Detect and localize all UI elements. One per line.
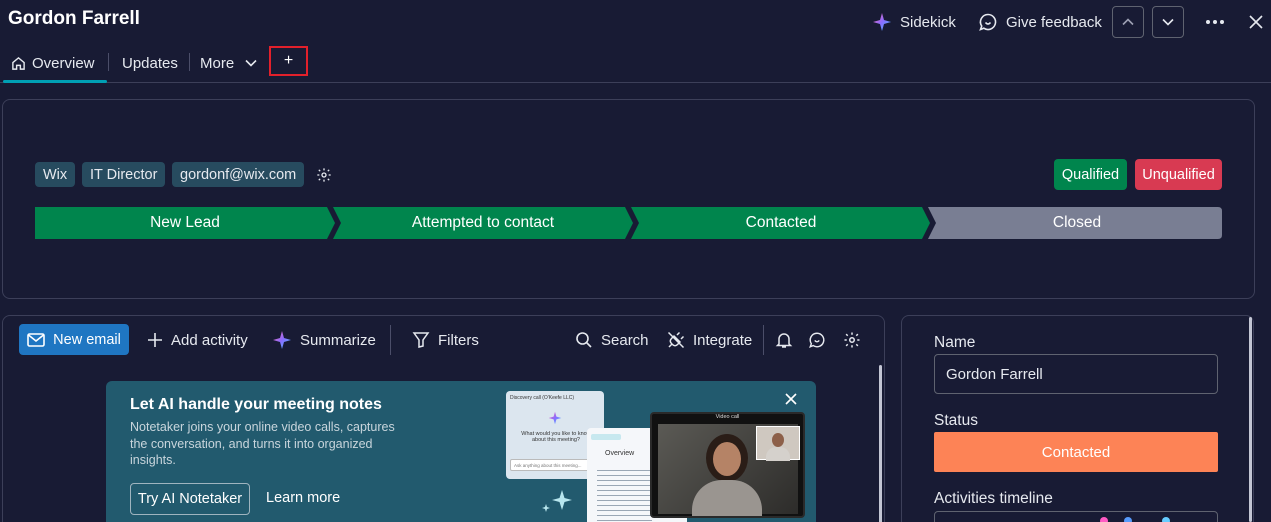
lead-summary-panel bbox=[2, 99, 1255, 299]
name-label: Name bbox=[934, 334, 976, 351]
tab-more-label: More bbox=[200, 54, 235, 72]
sparkle-icon bbox=[873, 13, 891, 31]
details-scrollbar[interactable] bbox=[1249, 317, 1252, 522]
previous-item-button[interactable] bbox=[1112, 6, 1144, 38]
search-icon bbox=[576, 332, 592, 348]
add-activity-button[interactable]: Add activity bbox=[147, 328, 248, 352]
toolbar-divider bbox=[763, 325, 764, 355]
add-view-button[interactable]: + bbox=[269, 46, 308, 76]
activity-scrollbar[interactable] bbox=[879, 365, 882, 522]
participant-face bbox=[713, 442, 741, 476]
qualified-button[interactable]: Qualified bbox=[1054, 159, 1127, 190]
participant-body bbox=[766, 447, 790, 461]
gear-icon bbox=[317, 168, 331, 182]
close-button[interactable] bbox=[1248, 14, 1264, 35]
new-email-button[interactable]: New email bbox=[19, 324, 129, 355]
sparkle-icon bbox=[548, 411, 562, 425]
tab-divider bbox=[189, 53, 190, 71]
activities-timeline[interactable] bbox=[934, 511, 1218, 522]
close-icon bbox=[1249, 15, 1263, 29]
activities-timeline-label: Activities timeline bbox=[934, 490, 1053, 507]
feedback-chat-icon bbox=[979, 13, 997, 31]
mock-doc-tab bbox=[591, 434, 621, 440]
plug-icon bbox=[667, 331, 685, 349]
participant-face bbox=[772, 433, 784, 447]
new-email-label: New email bbox=[53, 331, 121, 348]
filters-button[interactable]: Filters bbox=[412, 328, 479, 352]
company-tag[interactable]: Wix bbox=[35, 162, 76, 187]
tab-overview[interactable]: Overview bbox=[11, 44, 95, 82]
filters-label: Filters bbox=[438, 331, 479, 349]
tab-updates[interactable]: Updates bbox=[122, 44, 178, 82]
mock-doc-text-lines bbox=[597, 466, 652, 522]
filter-icon bbox=[412, 332, 430, 348]
stage-label: New Lead bbox=[150, 214, 220, 231]
integrate-button[interactable]: Integrate bbox=[667, 328, 752, 352]
search-button[interactable]: Search bbox=[575, 328, 649, 352]
toolbar-divider bbox=[390, 325, 391, 355]
plus-icon bbox=[148, 333, 162, 347]
tag-settings-button[interactable] bbox=[316, 167, 332, 188]
tab-more[interactable]: More bbox=[200, 44, 258, 82]
mock-doc-heading: Overview bbox=[605, 450, 635, 457]
plus-icon: + bbox=[283, 52, 294, 69]
try-ai-notetaker-button[interactable]: Try AI Notetaker bbox=[130, 483, 250, 515]
close-icon bbox=[785, 393, 797, 405]
tab-overview-label: Overview bbox=[32, 54, 95, 72]
integrate-label: Integrate bbox=[693, 331, 753, 349]
timeline-dot bbox=[1100, 517, 1108, 522]
activity-settings-button[interactable] bbox=[843, 331, 861, 354]
page-title: Gordon Farrell bbox=[8, 8, 140, 29]
learn-more-link[interactable]: Learn more bbox=[266, 490, 340, 506]
mock-video-label: Video call bbox=[715, 414, 740, 420]
tab-updates-label: Updates bbox=[122, 54, 178, 72]
active-tab-indicator bbox=[3, 80, 107, 83]
video-participant-small bbox=[756, 426, 800, 461]
add-activity-label: Add activity bbox=[171, 331, 248, 349]
mock-video-call: Video call bbox=[650, 412, 805, 518]
banner-title: Let AI handle your meeting notes bbox=[130, 396, 382, 413]
more-options-button[interactable] bbox=[1205, 13, 1225, 36]
tab-divider bbox=[108, 53, 109, 71]
banner-description: Notetaker joins your online video calls,… bbox=[130, 420, 395, 467]
title-tag[interactable]: IT Director bbox=[82, 162, 166, 187]
summarize-button[interactable]: Summarize bbox=[272, 328, 376, 352]
status-dropdown[interactable]: Contacted bbox=[934, 432, 1218, 472]
gear-icon bbox=[844, 332, 860, 348]
email-tag[interactable]: gordonf@wix.com bbox=[172, 162, 305, 187]
home-icon bbox=[12, 56, 25, 70]
search-label: Search bbox=[601, 331, 649, 349]
timeline-dot bbox=[1162, 517, 1170, 522]
give-feedback-button[interactable]: Give feedback bbox=[978, 10, 1102, 34]
feedback-chat-icon bbox=[809, 332, 825, 348]
name-field[interactable]: Gordon Farrell bbox=[934, 354, 1218, 394]
notifications-button[interactable] bbox=[775, 331, 793, 354]
sidekick-button[interactable]: Sidekick bbox=[872, 10, 956, 34]
mock-card-title: Discovery call (O'Keefe LLC) bbox=[510, 395, 575, 401]
sparkle-icon bbox=[273, 331, 291, 349]
chevron-down-icon bbox=[1162, 18, 1174, 26]
chevron-up-icon bbox=[1122, 18, 1134, 26]
status-label: Status bbox=[934, 412, 978, 429]
next-item-button[interactable] bbox=[1152, 6, 1184, 38]
stage-label: Closed bbox=[1052, 214, 1102, 231]
chevron-down-icon bbox=[245, 59, 257, 67]
summarize-label: Summarize bbox=[300, 331, 376, 349]
stage-label: Attempted to contact bbox=[411, 214, 555, 231]
timeline-dot bbox=[1124, 517, 1132, 522]
mock-card-question: What would you like to know about this m… bbox=[521, 431, 591, 443]
envelope-icon bbox=[27, 332, 45, 347]
sparkle-decoration-icon bbox=[542, 490, 572, 512]
stage-label: Contacted bbox=[745, 214, 817, 231]
unqualified-button[interactable]: Unqualified bbox=[1135, 159, 1222, 190]
feedback-label: Give feedback bbox=[1006, 13, 1102, 31]
participant-body bbox=[692, 480, 762, 516]
bell-icon bbox=[775, 333, 793, 348]
sidekick-label: Sidekick bbox=[900, 13, 956, 31]
banner-close-button[interactable] bbox=[784, 392, 800, 408]
mock-card-input: Ask anything about this meeting... bbox=[510, 459, 598, 471]
chat-button[interactable] bbox=[808, 331, 826, 354]
ellipsis-icon bbox=[1206, 20, 1224, 24]
tab-bar: Overview Updates More + bbox=[0, 44, 1271, 83]
